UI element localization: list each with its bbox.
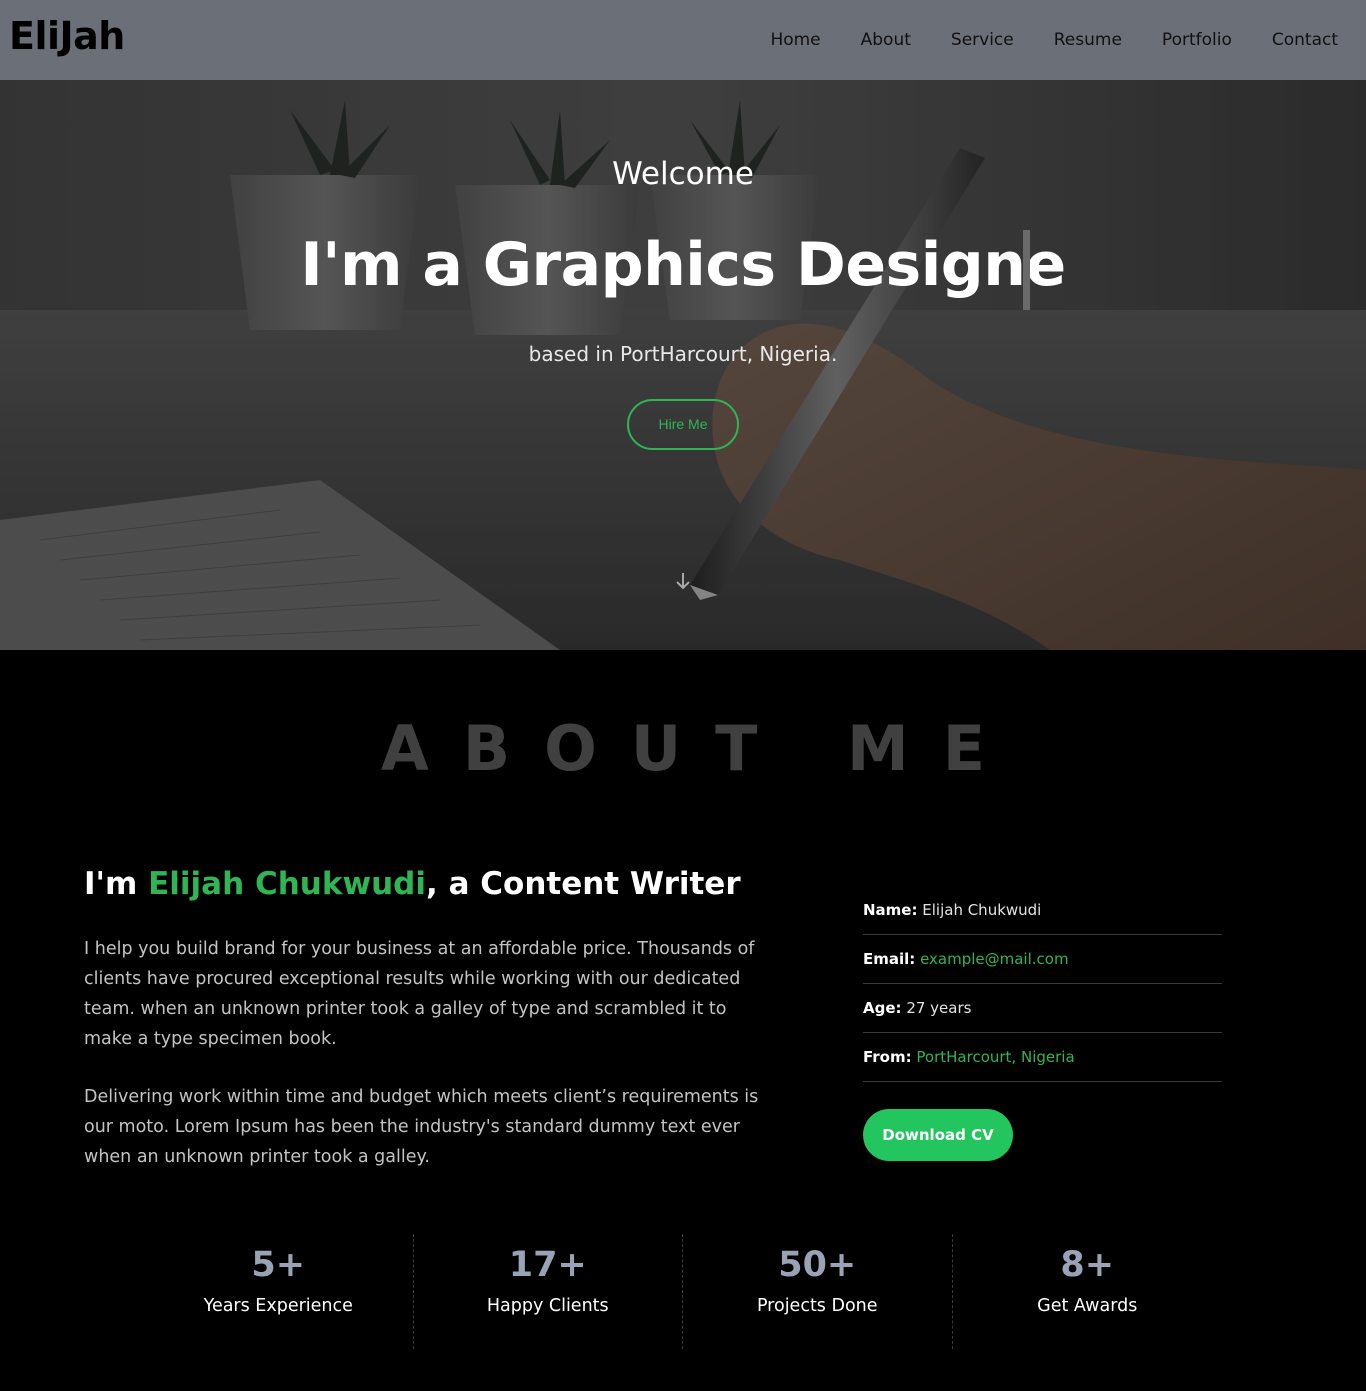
about-heading-prefix: I'm bbox=[84, 866, 149, 902]
hire-me-button[interactable]: Hire Me bbox=[627, 399, 739, 450]
stat-number: 8+ bbox=[1060, 1245, 1115, 1285]
nav-link-portfolio[interactable]: Portfolio bbox=[1162, 29, 1232, 51]
nav-link-about[interactable]: About bbox=[861, 29, 911, 51]
stat-label: Happy Clients bbox=[486, 1296, 609, 1316]
nav-link-service[interactable]: Service bbox=[951, 29, 1014, 51]
info-label: From: bbox=[863, 1048, 912, 1066]
arrow-down-icon[interactable] bbox=[673, 570, 693, 592]
stat-number: 50+ bbox=[778, 1245, 857, 1285]
hero-welcome: Welcome bbox=[612, 156, 754, 192]
stat-label: Projects Done bbox=[756, 1296, 878, 1316]
nav-link-contact[interactable]: Contact bbox=[1272, 29, 1338, 51]
hero-subtitle: based in PortHarcourt, Nigeria. bbox=[528, 342, 838, 366]
stats-row: 5+ Years Experience 17+ Happy Clients 50… bbox=[144, 1234, 1222, 1349]
stat-label: Get Awards bbox=[1037, 1296, 1138, 1316]
info-row-name: Name: Elijah Chukwudi bbox=[863, 886, 1222, 935]
info-label: Email: bbox=[863, 950, 916, 968]
stat-number: 17+ bbox=[508, 1245, 587, 1285]
email-link[interactable]: example@mail.com bbox=[920, 950, 1069, 968]
about-section-title: ABOUT ME bbox=[380, 712, 1020, 785]
info-row-age: Age: 27 years bbox=[863, 984, 1222, 1033]
navbar: EliJah Home About Service Resume Portfol… bbox=[0, 0, 1366, 80]
stat-happy-clients: 17+ Happy Clients bbox=[414, 1234, 683, 1349]
info-value-age: 27 years bbox=[906, 999, 972, 1017]
download-cv-button[interactable]: Download CV bbox=[863, 1109, 1013, 1161]
nav-link-resume[interactable]: Resume bbox=[1054, 29, 1122, 51]
about-heading-name: Elijah Chukwudi bbox=[148, 866, 426, 902]
info-label: Age: bbox=[863, 999, 902, 1017]
info-row-from: From: PortHarcourt, Nigeria bbox=[863, 1033, 1222, 1082]
about-paragraph-2: Delivering work within time and budget w… bbox=[84, 1087, 759, 1167]
info-label: Name: bbox=[863, 901, 918, 919]
stat-projects-done: 50+ Projects Done bbox=[683, 1234, 953, 1349]
nav-link-home[interactable]: Home bbox=[770, 29, 820, 51]
typing-caret bbox=[1023, 230, 1030, 310]
location-link[interactable]: PortHarcourt, Nigeria bbox=[916, 1048, 1074, 1066]
about-heading: I'm Elijah Chukwudi, a Content Writer bbox=[84, 866, 741, 902]
info-value-name: Elijah Chukwudi bbox=[922, 901, 1042, 919]
stat-get-awards: 8+ Get Awards bbox=[953, 1234, 1223, 1349]
hero-headline: I'm a Graphics Designe bbox=[300, 230, 1066, 300]
about-heading-suffix: , a Content Writer bbox=[426, 866, 741, 902]
hero-section: Welcome I'm a Graphics Designe based in … bbox=[0, 80, 1366, 650]
personal-info-list: Name: Elijah Chukwudi Email: example@mai… bbox=[863, 886, 1222, 1082]
stat-label: Years Experience bbox=[203, 1296, 353, 1316]
stat-number: 5+ bbox=[251, 1245, 306, 1285]
about-paragraph-1: I help you build brand for your business… bbox=[84, 939, 755, 1049]
nav-links: Home About Service Resume Portfolio Cont… bbox=[730, 29, 1338, 51]
info-row-email: Email: example@mail.com bbox=[863, 935, 1222, 984]
brand-logo[interactable]: EliJah bbox=[9, 14, 125, 58]
stat-years-experience: 5+ Years Experience bbox=[144, 1234, 414, 1349]
